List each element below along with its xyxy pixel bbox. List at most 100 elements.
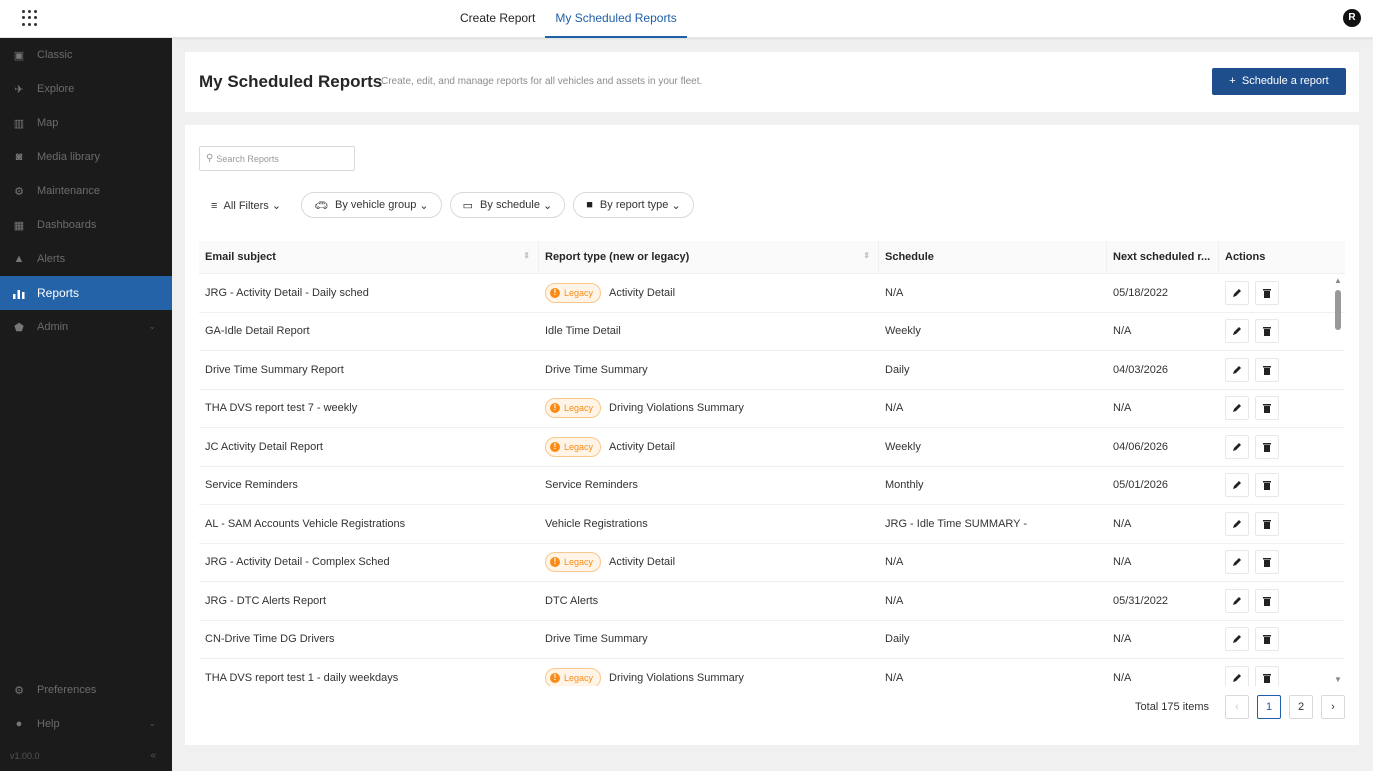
edit-icon[interactable] [1225,550,1249,575]
report-type-cell: Vehicle Registrations [539,505,879,543]
next-scheduled-cell: N/A [1113,671,1132,684]
report-type-label: Driving Violations Summary [609,671,744,684]
sidebar-item-help[interactable]: ● Help ⌄ [0,707,172,741]
delete-icon[interactable] [1255,473,1279,498]
table-row[interactable]: GA-Idle Detail Report Idle Time Detail Wee… [199,313,1345,351]
app-launcher-icon[interactable] [22,10,38,26]
all-filters-dropdown[interactable]: ≡ All Filters ⌄ [199,199,281,212]
schedule-cell: Daily [885,363,910,376]
schedule-cell: Daily [885,633,910,646]
sidebar-item-classic[interactable]: ▣ Classic [0,38,172,72]
edit-icon[interactable] [1225,473,1249,498]
edit-icon[interactable] [1225,511,1249,536]
edit-icon[interactable] [1225,319,1249,344]
report-type-cell: Drive Time Summary [539,351,879,389]
sidebar-item-admin[interactable]: ⬟ Admin ⌄ [0,310,172,344]
table-row[interactable]: THA DVS report test 1 - daily weekdays! L… [199,659,1345,686]
edit-icon[interactable] [1225,627,1249,652]
email-subject-cell: Drive Time Summary Report [205,363,344,376]
scroll-up-icon[interactable]: ▲ [1334,276,1342,285]
actions-cell [1219,582,1345,620]
table-row[interactable]: AL - SAM Accounts Vehicle Registrations V… [199,505,1345,544]
sidebar-item-dashboards[interactable]: ▦ Dashboards [0,208,172,242]
info-icon: ! [550,287,560,298]
next-page-button[interactable]: › [1321,695,1345,719]
edit-icon[interactable] [1225,396,1249,421]
legacy-label: Legacy [564,287,594,298]
sidebar-item-explore[interactable]: ✈ Explore [0,72,172,106]
sidebar-item-label: Reports [37,286,80,300]
tab-my-scheduled-reports[interactable]: My Scheduled Reports [545,0,687,38]
sidebar-item-map[interactable]: ▥ Map [0,106,172,140]
delete-icon[interactable] [1255,319,1279,344]
chevron-down-icon: ⌄ [148,718,156,728]
edit-icon[interactable] [1225,588,1249,613]
table-row[interactable]: JRG - Activity Detail - Complex Sched! Le… [199,544,1345,582]
help-icon: ● [15,718,23,730]
delete-icon[interactable] [1255,550,1279,575]
avatar[interactable]: R [1343,9,1361,27]
table-row[interactable]: JC Activity Detail Report! Legacy Activity… [199,428,1345,467]
report-type-filter[interactable]: ■ By report type ⌄ [573,192,694,218]
delete-icon[interactable] [1255,396,1279,421]
delete-icon[interactable] [1255,511,1279,536]
sidebar-item-maintenance[interactable]: ⚙ Maintenance [0,174,172,208]
sort-icon[interactable]: ⇕ [523,251,530,260]
table-row[interactable]: CN-Drive Time DG Drivers Drive Time Summa… [199,621,1345,659]
scroll-down-icon[interactable]: ▼ [1334,675,1342,684]
edit-icon[interactable] [1225,665,1249,686]
sidebar-item-preferences[interactable]: ⚙ Preferences [0,673,172,707]
edit-icon[interactable] [1225,357,1249,382]
email-subject-cell: THA DVS report test 7 - weekly [205,402,358,415]
table-row[interactable]: Drive Time Summary Report Drive Time Summ… [199,351,1345,390]
schedule-filter-label: By schedule [480,199,540,211]
next-scheduled-cell: N/A [1113,556,1132,569]
calendar-icon: ▭ [462,199,474,212]
delete-icon[interactable] [1255,434,1279,459]
sidebar-item-label: Admin [37,321,69,333]
vehicle-group-filter[interactable]: 🚗︎ By vehicle group ⌄ [301,192,442,218]
sidebar-item-label: Media library [37,151,100,163]
edit-icon[interactable] [1225,280,1249,305]
search-box: ⚲ [199,146,355,171]
edit-icon[interactable] [1225,434,1249,459]
collapse-sidebar-icon[interactable]: « [150,750,156,761]
delete-icon[interactable] [1255,627,1279,652]
sidebar-item-reports[interactable]: Reports [0,276,172,310]
table-row[interactable]: THA DVS report test 7 - weekly! Legacy Dri… [199,390,1345,428]
filter-bar: ≡ All Filters ⌄ 🚗︎ By vehicle group ⌄ ▭ … [199,192,702,218]
actions-cell [1219,467,1345,505]
sidebar-item-media-library[interactable]: ◙ Media library [0,140,172,174]
column-email-subject[interactable]: Email subject ⇕ [199,241,539,273]
sidebar-item-label: Maintenance [37,185,100,197]
schedule-report-button[interactable]: + Schedule a report [1212,68,1346,95]
table-row[interactable]: JRG - DTC Alerts Report DTC Alerts N/A 05/3… [199,582,1345,621]
email-subject-cell: AL - SAM Accounts Vehicle Registrations [205,517,406,530]
chevron-down-icon: ⌄ [419,199,429,212]
sidebar-item-alerts[interactable]: ▲ Alerts [0,242,172,276]
sort-icon[interactable]: ⇕ [863,251,870,260]
dashboard-icon: ▦ [13,219,25,232]
delete-icon[interactable] [1255,280,1279,305]
delete-icon[interactable] [1255,357,1279,382]
scroll-thumb[interactable] [1335,290,1341,330]
delete-icon[interactable] [1255,588,1279,613]
email-subject-cell: JC Activity Detail Report [205,440,323,453]
delete-icon[interactable] [1255,665,1279,686]
version-text: v1.00.0 [10,751,40,761]
search-input[interactable] [216,153,347,164]
email-subject-cell: JRG - DTC Alerts Report [205,594,327,607]
page-2-button[interactable]: 2 [1289,695,1313,719]
table-row[interactable]: Service Reminders Service Reminders Monthl… [199,467,1345,505]
report-type-label: Service Reminders [545,479,638,492]
tab-create-report[interactable]: Create Report [450,0,545,38]
page-1-button[interactable]: 1 [1257,695,1281,719]
schedule-filter[interactable]: ▭ By schedule ⌄ [449,192,566,218]
prev-page-button[interactable]: ‹ [1225,695,1249,719]
table-row[interactable]: JRG - Activity Detail - Daily sched! Lega… [199,274,1345,313]
actions-cell [1219,313,1345,351]
column-report-type[interactable]: Report type (new or legacy) ⇕ [539,241,879,273]
table-scrollbar[interactable]: ▲ ▼ [1331,274,1345,686]
total-items: Total 175 items [1135,701,1209,713]
filter-icon: ≡ [211,199,218,212]
